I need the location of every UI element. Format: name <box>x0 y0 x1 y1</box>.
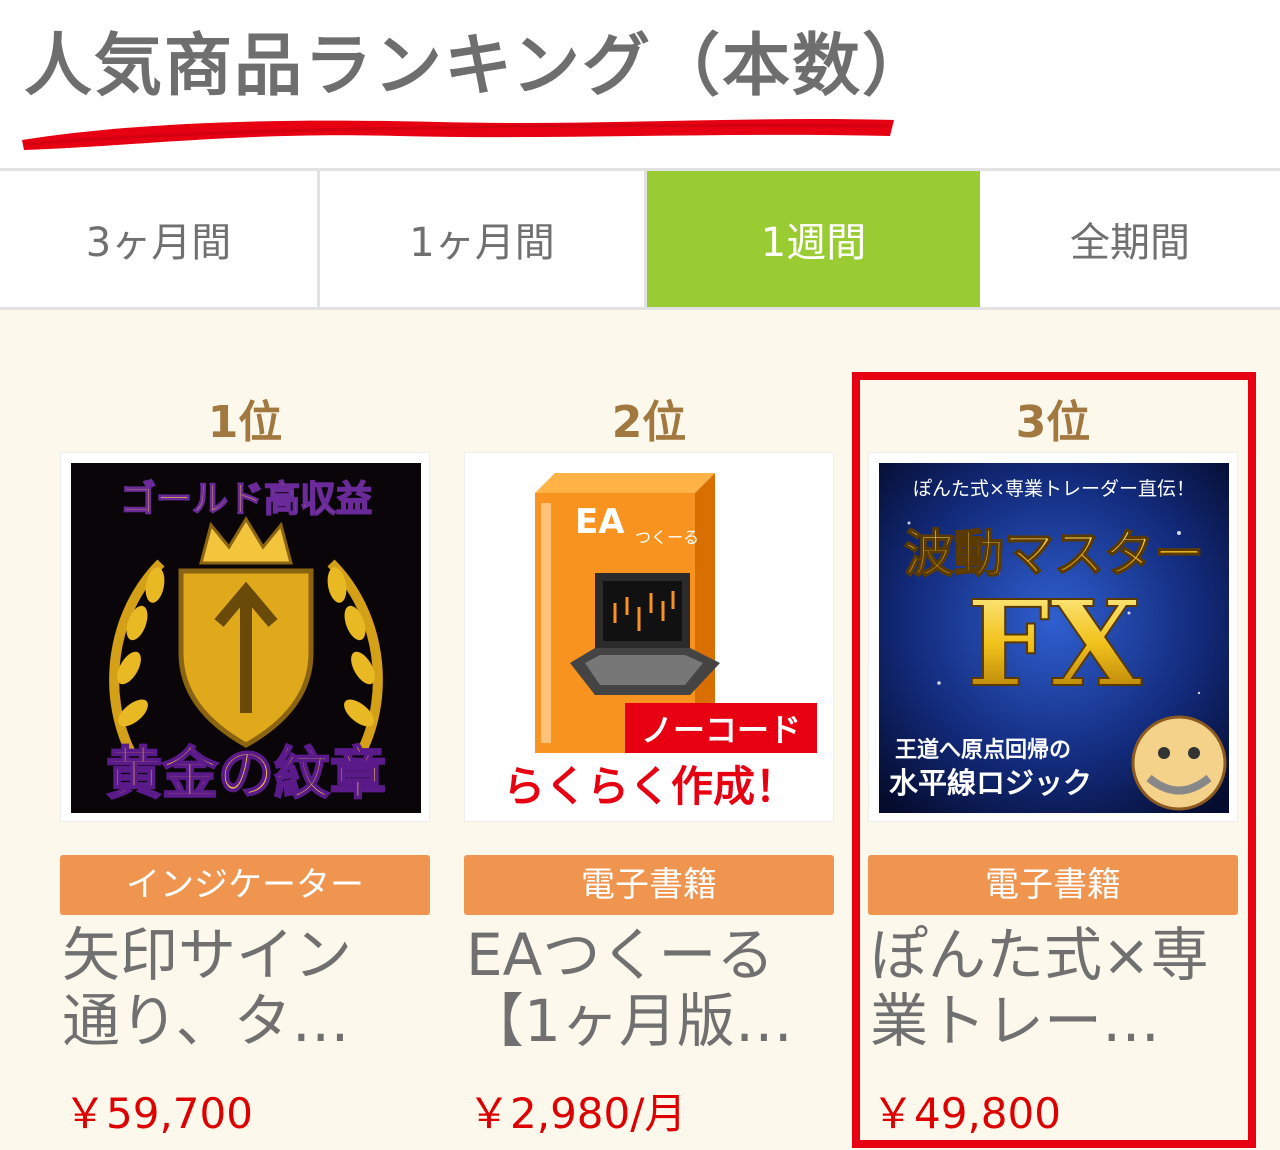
hado-master-fx-image: ぽんた式×専業トレーダー直伝！ 波動マスター FX 王道へ原点回帰の 水平線ロジ… <box>879 463 1229 813</box>
product-name[interactable]: 矢印サイン 通り、タ… <box>62 922 432 1057</box>
product-name-line-2: 【1ヶ月版… <box>466 987 793 1055</box>
tab-all-time[interactable]: 全期間 <box>980 171 1280 307</box>
product-name-line-1: 矢印サイン <box>62 922 353 989</box>
title-underline <box>22 119 894 150</box>
thumb-bottom-text: 黄金の紋章 <box>106 742 386 807</box>
tab-3-months[interactable]: 3ヶ月間 <box>0 171 320 307</box>
page-title: 人気商品ランキング（本数） <box>24 27 932 106</box>
box-sub-label: つくーる <box>635 528 699 547</box>
rank-label: 2位 <box>611 397 687 448</box>
ranking-list: 1位 ゴールド高収益 黄金の紋章 インジケーター 矢印サイン 通り、タ… ￥59… <box>0 310 1280 1150</box>
rank-label: 3位 <box>1015 397 1091 448</box>
product-name[interactable]: ぽんた式×専 業トレー… <box>870 922 1240 1057</box>
header: 人気商品ランキング（本数） <box>0 0 1280 168</box>
product-thumbnail[interactable]: ぽんた式×専業トレーダー直伝！ 波動マスター FX 王道へ原点回帰の 水平線ロジ… <box>868 452 1238 822</box>
ea-box-image: EA つくーる ノーコード らくらく作成！ <box>475 463 825 813</box>
thumb-top-text: ゴールド高収益 <box>120 478 372 520</box>
product-price: ￥2,980/月 <box>468 1089 687 1138</box>
category-badge: 電子書籍 <box>464 855 834 915</box>
gold-emblem-image: ゴールド高収益 黄金の紋章 <box>71 463 421 813</box>
thumb-sub-text-1: 王道へ原点回帰の <box>895 737 1071 763</box>
product-name[interactable]: EAつくーる 【1ヶ月版… <box>466 922 836 1057</box>
tab-1-month[interactable]: 1ヶ月間 <box>320 171 647 307</box>
thumb-sub-text-2: 水平線ロジック <box>889 766 1092 800</box>
category-badge: 電子書籍 <box>868 855 1238 915</box>
thumb-fx-text: FX <box>966 574 1142 713</box>
product-name-line-1: EAつくーる <box>466 922 775 989</box>
tab-1-week[interactable]: 1週間 <box>647 171 980 307</box>
character-icon <box>1131 715 1227 811</box>
product-name-line-2: 通り、タ… <box>62 987 350 1055</box>
product-thumbnail[interactable]: ゴールド高収益 黄金の紋章 <box>60 452 430 822</box>
product-price: ￥49,800 <box>872 1089 1061 1138</box>
box-label: EA <box>575 502 625 542</box>
product-card-2[interactable]: 2位 EA つくーる ノーコード らくらく作成！ 電子書籍 EAつくーる 【1ヶ… <box>464 310 834 1150</box>
thumb-top-text: ぽんた式×専業トレーダー直伝！ <box>913 478 1195 500</box>
rank-label: 1位 <box>207 397 283 448</box>
product-name-line-2: 業トレー… <box>870 987 1161 1055</box>
product-card-1[interactable]: 1位 ゴールド高収益 黄金の紋章 インジケーター 矢印サイン 通り、タ… ￥59… <box>60 310 430 1150</box>
product-price: ￥59,700 <box>64 1089 253 1138</box>
thumb-bottom-text: らくらく作成！ <box>503 762 797 811</box>
product-thumbnail[interactable]: EA つくーる ノーコード らくらく作成！ <box>464 452 834 822</box>
product-name-line-1: ぽんた式×専 <box>870 922 1209 989</box>
ribbon-text: ノーコード <box>641 711 801 749</box>
category-badge: インジケーター <box>60 855 430 915</box>
period-tabs: 3ヶ月間 1ヶ月間 1週間 全期間 <box>0 168 1280 310</box>
product-card-3[interactable]: 3位 ぽんた式×専業トレーダー直伝！ 波動マスター FX 王道へ原点回帰の 水平… <box>868 310 1238 1150</box>
